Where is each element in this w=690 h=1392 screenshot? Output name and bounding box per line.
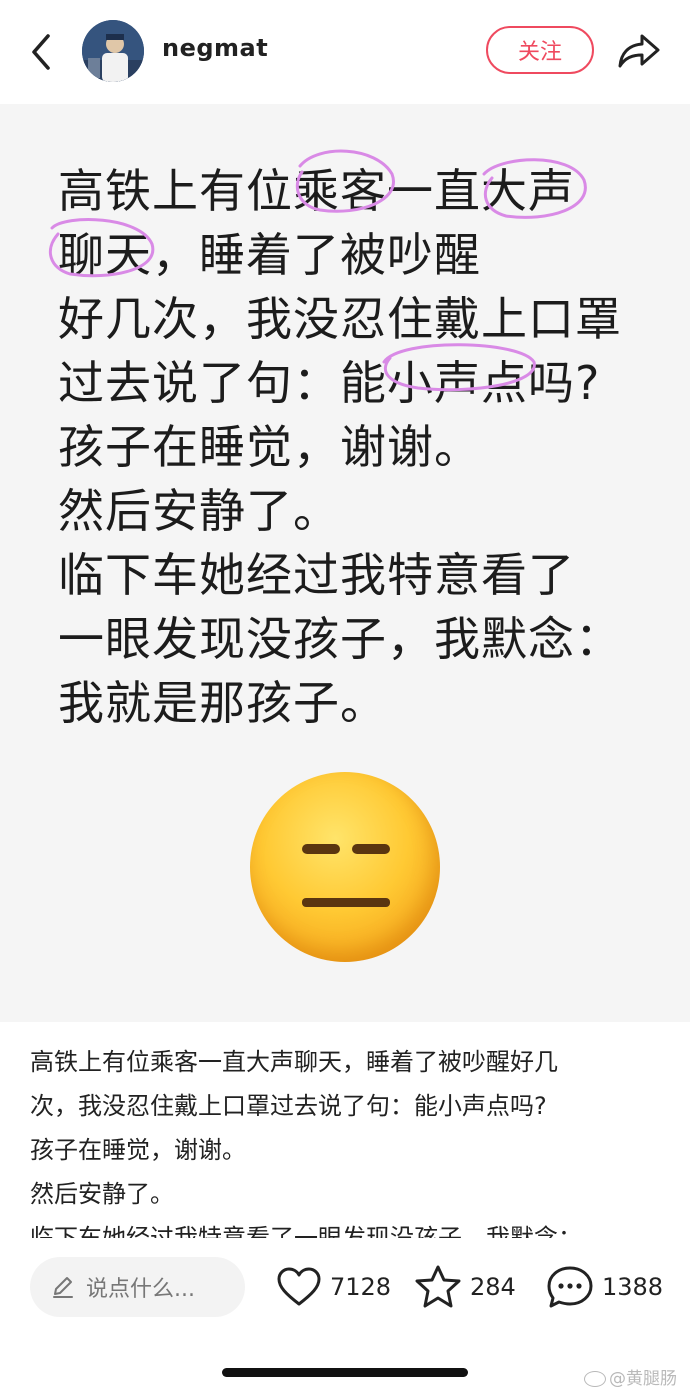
caption-line: 孩子在睡觉，谢谢。 <box>30 1136 246 1164</box>
post-image-text: 高铁上有位乘客一直大声 聊天，睡着了被吵醒 好几次，我没忍住戴上口罩 过去说了句… <box>58 159 658 735</box>
caption-line: 然后安静了。 <box>30 1180 174 1208</box>
watermark: @黄腿肠 <box>584 1364 677 1389</box>
caption-line: 临下车她经过我特意看了一眼发现没孩子，我默念： <box>30 1224 582 1238</box>
image-text-line: 好几次，我没忍住戴上口罩 <box>58 292 622 346</box>
emoji-eye <box>302 844 340 854</box>
home-indicator[interactable] <box>222 1368 468 1377</box>
post-image[interactable]: 高铁上有位乘客一直大声 聊天，睡着了被吵醒 好几次，我没忍住戴上口罩 过去说了句… <box>0 104 690 1022</box>
like-button[interactable]: 7128 <box>276 1262 391 1312</box>
avatar-photo-icon <box>82 20 144 82</box>
weibo-logo-icon <box>584 1371 606 1387</box>
share-button[interactable] <box>616 30 662 72</box>
screen: negmat 关注 高铁上有位乘客一直大声 聊天，睡着了被吵醒 好几次，我没忍住… <box>0 0 690 1392</box>
heart-icon <box>277 1267 321 1306</box>
image-text-line: 一眼发现没孩子，我默念： <box>58 612 622 666</box>
comment-bubble-icon <box>547 1266 593 1308</box>
caption-line: 高铁上有位乘客一直大声聊天，睡着了被吵醒好几 <box>30 1048 558 1076</box>
emoji-mouth <box>302 898 390 907</box>
image-text-line: 我就是那孩子。 <box>58 676 387 730</box>
image-text-line: 聊天，睡着了被吵醒 <box>58 228 481 282</box>
avatar[interactable] <box>82 20 144 82</box>
image-text-line: 孩子在睡觉，谢谢。 <box>58 420 481 474</box>
emoji-eye <box>352 844 390 854</box>
favorite-count: 284 <box>470 1273 516 1301</box>
username[interactable]: negmat <box>162 34 268 62</box>
expressionless-face-emoji <box>250 772 440 962</box>
top-header: negmat 关注 <box>0 0 690 104</box>
like-count: 7128 <box>330 1273 392 1301</box>
star-icon <box>415 1265 461 1308</box>
follow-button[interactable]: 关注 <box>486 26 594 74</box>
post-caption: 高铁上有位乘客一直大声聊天，睡着了被吵醒好几 次，我没忍住戴上口罩过去说了句：能… <box>30 1040 662 1238</box>
share-icon <box>618 34 660 68</box>
watermark-text: @黄腿肠 <box>609 1369 677 1389</box>
back-button[interactable] <box>22 30 66 74</box>
comment-placeholder: 说点什么... <box>86 1277 195 1302</box>
caption-line: 次，我没忍住戴上口罩过去说了句：能小声点吗? <box>30 1092 547 1120</box>
pencil-icon <box>53 1277 73 1298</box>
image-text-line: 然后安静了。 <box>58 484 340 538</box>
image-text-line: 临下车她经过我特意看了 <box>58 548 575 602</box>
favorite-button[interactable]: 284 <box>414 1262 516 1312</box>
back-chevron-icon <box>32 34 50 70</box>
comment-count: 1388 <box>602 1273 664 1301</box>
comment-input[interactable]: 说点什么... <box>30 1257 245 1317</box>
image-text-line: 高铁上有位乘客一直大声 <box>58 164 575 218</box>
image-text-line: 过去说了句：能小声点吗? <box>58 356 601 410</box>
comment-button[interactable]: 1388 <box>546 1262 663 1312</box>
